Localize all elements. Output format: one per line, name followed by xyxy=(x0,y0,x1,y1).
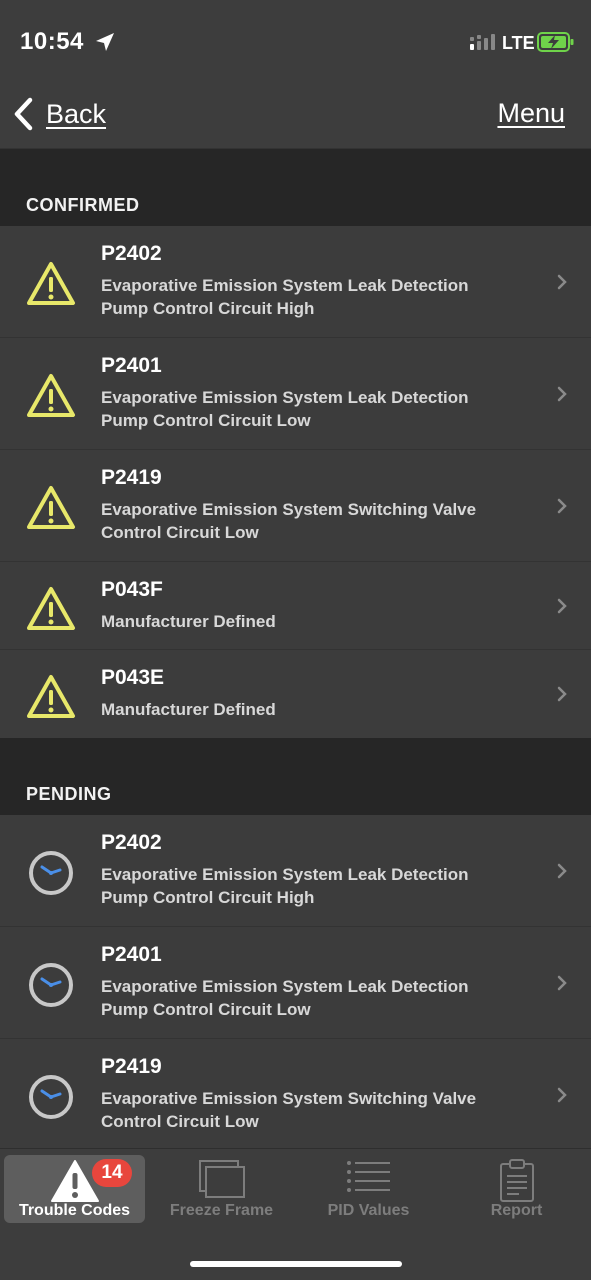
warning-icon xyxy=(27,675,75,718)
code-title: P2402 xyxy=(101,242,162,265)
network-label: LTE xyxy=(502,33,535,53)
status-bar: 10:54 LTE xyxy=(0,0,591,80)
code-description: Evaporative Emission System Leak Detecti… xyxy=(101,865,469,907)
chevron-left-icon xyxy=(14,97,33,131)
warning-icon xyxy=(27,486,75,529)
code-title: P2402 xyxy=(101,831,162,854)
signal-bars-icon xyxy=(470,34,495,50)
chevron-right-icon xyxy=(557,274,567,289)
menu-button[interactable]: Menu xyxy=(497,98,565,129)
chevron-right-icon xyxy=(557,686,567,702)
pending-list: P2402 Evaporative Emission System Leak D… xyxy=(0,815,591,1148)
tab-label: Report xyxy=(490,1202,543,1219)
list-item[interactable]: P2402 Evaporative Emission System Leak D… xyxy=(0,226,591,338)
chevron-right-icon xyxy=(557,598,567,613)
list-icon xyxy=(346,1161,390,1192)
tab-label: Trouble Codes xyxy=(18,1202,131,1219)
code-description: Manufacturer Defined xyxy=(101,700,276,719)
back-label: Back xyxy=(46,98,107,129)
clock-icon xyxy=(29,963,73,1007)
code-title: P2419 xyxy=(101,1055,162,1078)
status-time: 10:54 xyxy=(20,28,84,55)
clock-icon xyxy=(29,851,73,895)
code-title: P2419 xyxy=(101,466,162,489)
tab-trouble-codes[interactable]: 14 Trouble Codes xyxy=(4,1155,145,1223)
list-item[interactable]: P2402 Evaporative Emission System Leak D… xyxy=(0,815,591,927)
list-item[interactable]: P2401 Evaporative Emission System Leak D… xyxy=(0,338,591,450)
section-header-pending: PENDING xyxy=(0,738,591,815)
home-indicator[interactable] xyxy=(190,1261,402,1267)
code-title: P043F xyxy=(101,578,163,601)
code-title: P2401 xyxy=(101,354,162,377)
trouble-codes-list[interactable]: CONFIRMED P2402 Evaporative Emission Sys… xyxy=(0,149,591,1148)
warning-icon xyxy=(27,262,75,305)
section-title: CONFIRMED xyxy=(26,195,140,215)
battery-charging-icon xyxy=(537,32,574,52)
chevron-right-icon xyxy=(557,975,567,990)
section-title: PENDING xyxy=(26,784,112,804)
code-title: P043E xyxy=(101,666,165,689)
section-header-confirmed: CONFIRMED xyxy=(0,149,591,226)
chevron-right-icon xyxy=(557,863,567,878)
list-item[interactable]: P043F Manufacturer Defined xyxy=(0,562,591,650)
chevron-right-icon xyxy=(557,386,567,401)
code-description: Evaporative Emission System Leak Detecti… xyxy=(101,388,469,430)
location-arrow-icon xyxy=(96,33,114,51)
trouble-codes-count-badge: 14 xyxy=(92,1159,132,1187)
code-description: Evaporative Emission System Leak Detecti… xyxy=(101,977,469,1019)
tab-pid-values[interactable]: PID Values xyxy=(298,1155,439,1223)
tab-report[interactable]: Report xyxy=(446,1155,587,1223)
chevron-right-icon xyxy=(557,498,567,513)
code-title: P2401 xyxy=(101,943,162,966)
tab-label: PID Values xyxy=(327,1202,410,1219)
clock-icon xyxy=(29,1075,73,1119)
confirmed-list: P2402 Evaporative Emission System Leak D… xyxy=(0,226,591,738)
code-description: Evaporative Emission System Switching Va… xyxy=(101,1089,477,1131)
code-description: Manufacturer Defined xyxy=(101,612,276,631)
code-description: Evaporative Emission System Leak Detecti… xyxy=(101,276,469,318)
clipboard-icon xyxy=(499,1159,534,1202)
warning-icon xyxy=(50,1160,99,1202)
list-item[interactable]: P2401 Evaporative Emission System Leak D… xyxy=(0,927,591,1039)
chevron-right-icon xyxy=(557,1087,567,1103)
list-item[interactable]: P2419 Evaporative Emission System Switch… xyxy=(0,450,591,562)
tab-label: Freeze Frame xyxy=(169,1202,274,1219)
warning-icon xyxy=(27,587,75,630)
freeze-frame-icon xyxy=(198,1160,245,1198)
list-item[interactable]: P2419 Evaporative Emission System Switch… xyxy=(0,1039,591,1148)
navigation-bar: Back Menu xyxy=(0,80,591,149)
tab-freeze-frame[interactable]: Freeze Frame xyxy=(151,1155,292,1223)
warning-icon xyxy=(27,374,75,417)
list-item[interactable]: P043E Manufacturer Defined xyxy=(0,650,591,738)
code-description: Evaporative Emission System Switching Va… xyxy=(101,500,477,542)
back-button[interactable]: Back xyxy=(12,96,106,132)
